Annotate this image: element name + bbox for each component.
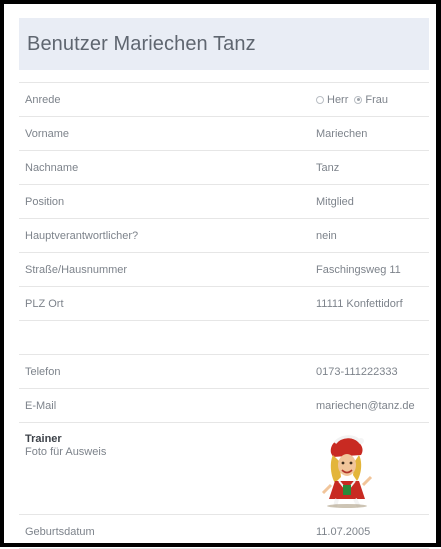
radio-label: Herr [327, 93, 349, 106]
field-value[interactable]: mariechen@tanz.de [316, 400, 415, 412]
row-trainer-photo: Trainer Foto für Ausweis [19, 423, 429, 515]
field-label: Position [25, 195, 65, 208]
field-label: Telefon [25, 365, 61, 378]
trainer-heading: Trainer [25, 433, 62, 445]
panel-header: Benutzer Mariechen Tanz [19, 18, 429, 70]
field-value[interactable]: 11.07.2005 [316, 526, 370, 538]
radio-unchecked-icon [316, 95, 324, 104]
photo-caption: Foto für Ausweis [25, 446, 107, 458]
field-value[interactable]: 0173-111222333 [316, 366, 398, 378]
trainer-photo-image[interactable] [321, 433, 373, 509]
radio-checked-icon [354, 95, 363, 104]
row-position: Position Mitglied [19, 185, 429, 219]
field-label: Hauptverantwortlicher? [25, 229, 139, 242]
row-hauptverantwortlicher: Hauptverantwortlicher? nein [19, 219, 429, 253]
field-label: Anrede [25, 93, 61, 106]
field-label: Geburtsdatum [25, 525, 95, 538]
row-empty [19, 321, 429, 355]
field-label: Nachname [25, 161, 79, 174]
page-title: Benutzer Mariechen Tanz [27, 32, 256, 55]
window-frame: Benutzer Mariechen Tanz Anrede Herr Frau… [0, 0, 441, 549]
field-value[interactable]: Faschingsweg 11 [316, 264, 401, 276]
row-vorname: Vorname Mariechen [19, 117, 429, 151]
row-telefon: Telefon 0173-111222333 [19, 355, 429, 389]
field-label: E-Mail [25, 399, 57, 412]
row-plz-ort: PLZ Ort 11111 Konfettidorf [19, 287, 429, 321]
user-detail-panel: Benutzer Mariechen Tanz Anrede Herr Frau… [19, 18, 436, 549]
salutation-radio-group: Herr Frau [316, 94, 388, 106]
field-label: Vorname [25, 127, 70, 140]
field-value[interactable]: Tanz [316, 162, 339, 174]
row-strasse: Straße/Hausnummer Faschingsweg 11 [19, 253, 429, 287]
row-anrede: Anrede Herr Frau [19, 83, 429, 117]
row-geburtsdatum: Geburtsdatum 11.07.2005 [19, 515, 429, 549]
row-nachname: Nachname Tanz [19, 151, 429, 185]
row-email: E-Mail mariechen@tanz.de [19, 389, 429, 423]
field-label: Straße/Hausnummer [25, 263, 128, 276]
field-value[interactable]: 11111 Konfettidorf [316, 298, 403, 310]
field-label: PLZ Ort [25, 297, 64, 310]
radio-herr[interactable]: Herr [316, 94, 348, 106]
header-spacer [19, 70, 429, 83]
field-value[interactable]: Mariechen [316, 128, 367, 140]
field-value[interactable]: Mitglied [316, 196, 354, 208]
field-label: Trainer Foto für Ausweis [25, 433, 106, 459]
radio-label: Frau [365, 93, 389, 106]
field-value[interactable]: nein [316, 230, 337, 242]
radio-frau[interactable]: Frau [354, 94, 388, 106]
